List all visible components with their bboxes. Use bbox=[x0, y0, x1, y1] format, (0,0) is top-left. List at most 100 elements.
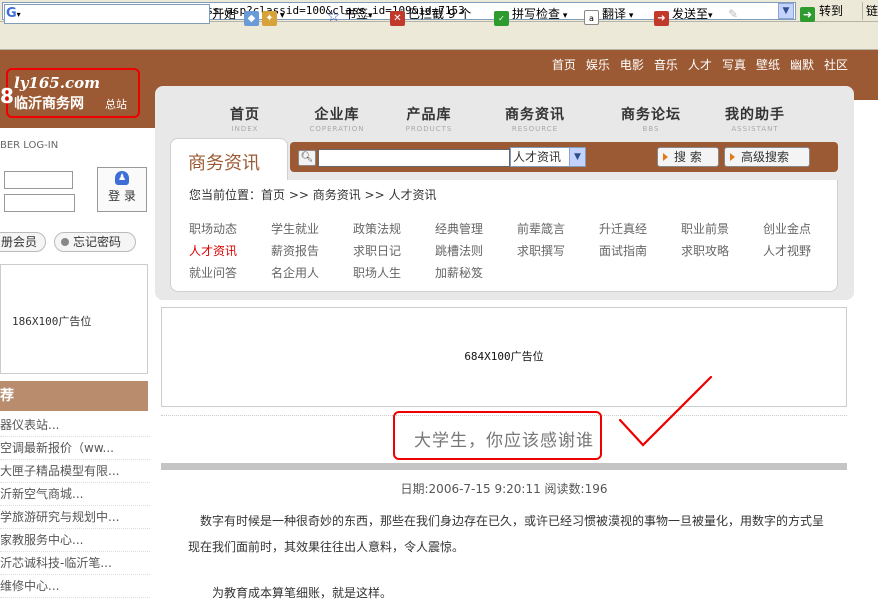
category-link[interactable]: 名企用人 bbox=[271, 264, 319, 281]
recommend-item[interactable]: 家教服务中心... bbox=[0, 529, 150, 552]
center-ad-slot[interactable]: 684X100广告位 bbox=[161, 307, 847, 407]
main-tab[interactable]: 企业库 COPERATION bbox=[292, 104, 382, 133]
recommend-item[interactable]: 学旅游研究与规划中... bbox=[0, 506, 150, 529]
main-tab-label: 商务资讯 bbox=[505, 107, 565, 123]
user-icon: ♟ bbox=[115, 171, 129, 185]
category-link[interactable]: 面试指南 bbox=[599, 242, 647, 259]
go-button[interactable]: ➜ 转到 bbox=[800, 2, 854, 22]
main-tab[interactable]: 商务论坛 BBS bbox=[606, 104, 696, 133]
recommend-item[interactable]: 沂新空气商城... bbox=[0, 483, 150, 506]
category-link[interactable]: 升迁真经 bbox=[599, 220, 647, 237]
search-button[interactable]: 搜 索 bbox=[657, 147, 719, 167]
advanced-search-button[interactable]: 高级搜索 bbox=[724, 147, 810, 167]
start-button[interactable]: 开始 bbox=[212, 0, 236, 28]
category-link[interactable]: 职业前景 bbox=[681, 220, 729, 237]
chevron-down-icon[interactable]: ▼ bbox=[778, 3, 794, 19]
links-label[interactable]: 链 bbox=[862, 2, 878, 20]
title-highlight-box bbox=[393, 411, 602, 460]
chevron-down-icon: ▼ bbox=[569, 148, 585, 166]
main-tab-label: 我的助手 bbox=[725, 107, 785, 123]
top-nav-item[interactable]: 壁纸 bbox=[756, 58, 780, 72]
top-nav-item[interactable]: 社区 bbox=[824, 58, 848, 72]
article-paragraph: 数字有时候是一种很奇妙的东西，那些在我们身边存在已久，或许已经习惯被漠视的事物一… bbox=[188, 514, 825, 554]
google-logo-icon: G▾ bbox=[6, 6, 21, 21]
recommend-item[interactable]: 大匣子精品模型有限... bbox=[0, 460, 150, 483]
radio-icon bbox=[61, 238, 69, 246]
main-tab[interactable]: 我的助手 ASSISTANT bbox=[710, 104, 800, 133]
main-tab[interactable]: 产品库 PRODUCTS bbox=[384, 104, 474, 133]
arrow-right-icon: ➜ bbox=[800, 7, 815, 22]
logo-number: 8 bbox=[0, 84, 14, 108]
category-link[interactable]: 前辈箴言 bbox=[517, 220, 565, 237]
main-tab-sublabel: PRODUCTS bbox=[405, 125, 453, 133]
main-tab-sublabel: RESOURCE bbox=[511, 125, 559, 133]
bookmarks-button[interactable]: ☆ 书签▾ bbox=[326, 0, 373, 28]
main-tab-label: 产品库 bbox=[406, 107, 452, 123]
category-link[interactable]: 求职攻略 bbox=[681, 242, 729, 259]
pen-icon[interactable]: ✎ bbox=[728, 0, 738, 28]
top-nav-item[interactable]: 幽默 bbox=[790, 58, 814, 72]
logo-sub: 总站 bbox=[105, 98, 127, 111]
left-ad-slot[interactable]: 186X100广告位 bbox=[0, 264, 148, 374]
recommend-item[interactable]: 维修中心... bbox=[0, 575, 150, 598]
forgot-password-button[interactable]: 忘记密码 bbox=[54, 232, 136, 252]
recommend-item[interactable]: 器仪表站... bbox=[0, 414, 150, 437]
logo-name[interactable]: 临沂商务网 bbox=[14, 93, 84, 113]
top-nav-item[interactable]: 音乐 bbox=[654, 58, 678, 72]
category-link[interactable]: 薪资报告 bbox=[271, 242, 319, 259]
top-nav-item[interactable]: 人才 bbox=[688, 58, 712, 72]
popup-blocker-button[interactable]: ✕ 已拦截 9 个 bbox=[390, 0, 471, 28]
main-tab-sublabel: ASSISTANT bbox=[731, 125, 779, 133]
sendto-button[interactable]: ➜ 发送至▾ bbox=[654, 0, 713, 28]
translate-button[interactable]: a 翻译 ▾ bbox=[584, 0, 633, 28]
category-link[interactable]: 人才视野 bbox=[763, 242, 811, 259]
top-nav: 首页 娱乐 电影 音乐 人才 写真 壁纸 幽默 社区 bbox=[542, 50, 848, 80]
search-icon[interactable]: 🔍︎ bbox=[298, 150, 316, 166]
recommend-item[interactable]: 沂芯诚科技-临沂笔... bbox=[0, 552, 150, 575]
breadcrumb: 您当前位置：首页 >> 商务资讯 >> 人才资讯 bbox=[189, 188, 437, 202]
category-link[interactable]: 人才资讯 bbox=[189, 242, 237, 259]
category-link[interactable]: 求职日记 bbox=[353, 242, 401, 259]
category-link[interactable]: 学生就业 bbox=[271, 220, 319, 237]
article-meta: 日期:2006-7-15 9:20:11 阅读数:196 bbox=[400, 482, 608, 496]
send-icon: ➜ bbox=[654, 11, 669, 26]
toolbar-tools-icons[interactable]: ◆ ✦ ▾ bbox=[244, 0, 285, 28]
recommend-item[interactable]: 空调最新报价（ww... bbox=[0, 437, 150, 460]
search-category-select[interactable]: 人才资讯 ▼ bbox=[510, 147, 586, 167]
puzzle-icon: ✦ bbox=[262, 11, 277, 26]
main-tab[interactable]: 商务资讯 RESOURCE bbox=[490, 104, 580, 133]
register-button[interactable]: 册会员 bbox=[0, 232, 46, 252]
checkmark-annotation-icon bbox=[618, 375, 713, 447]
category-link[interactable]: 就业问答 bbox=[189, 264, 237, 281]
category-link[interactable]: 跳槽法则 bbox=[435, 242, 483, 259]
top-nav-item[interactable]: 首页 bbox=[552, 58, 576, 72]
login-button[interactable]: ♟ 登 录 bbox=[97, 167, 147, 212]
top-nav-item[interactable]: 写真 bbox=[722, 58, 746, 72]
top-nav-item[interactable]: 娱乐 bbox=[586, 58, 610, 72]
top-nav-item[interactable]: 电影 bbox=[620, 58, 644, 72]
main-tab-label: 商务论坛 bbox=[621, 107, 681, 123]
main-tab-sublabel: COPERATION bbox=[309, 125, 365, 133]
username-input[interactable] bbox=[4, 171, 73, 189]
logo-domain[interactable]: ly165.com bbox=[14, 74, 100, 92]
spellcheck-button[interactable]: ✓ 拼写检查 ▾ bbox=[494, 0, 567, 28]
main-tab[interactable]: 首页 INDEX bbox=[200, 104, 290, 133]
category-link[interactable]: 创业金点 bbox=[763, 220, 811, 237]
blocker-icon: ✕ bbox=[390, 11, 405, 26]
main-tab-sublabel: BBS bbox=[642, 125, 660, 133]
article-paragraph: 为教育成本算笔细账，就是这样。 bbox=[212, 586, 393, 600]
section-title: 商务资讯 bbox=[188, 153, 260, 174]
title-underline-bar bbox=[161, 463, 847, 470]
category-link[interactable]: 职场人生 bbox=[353, 264, 401, 281]
toolbar-search-input[interactable] bbox=[4, 4, 210, 24]
recommend-title: 荐 bbox=[0, 381, 148, 411]
search-input[interactable] bbox=[318, 149, 510, 167]
password-input[interactable] bbox=[4, 194, 75, 212]
category-link[interactable]: 职场动态 bbox=[189, 220, 237, 237]
category-link[interactable]: 政策法规 bbox=[353, 220, 401, 237]
category-link[interactable]: 求职撰写 bbox=[517, 242, 565, 259]
star-icon: ☆ bbox=[326, 7, 341, 25]
category-link[interactable]: 经典管理 bbox=[435, 220, 483, 237]
category-link[interactable]: 加薪秘笈 bbox=[435, 264, 483, 281]
main-tab-sublabel: INDEX bbox=[231, 125, 259, 133]
